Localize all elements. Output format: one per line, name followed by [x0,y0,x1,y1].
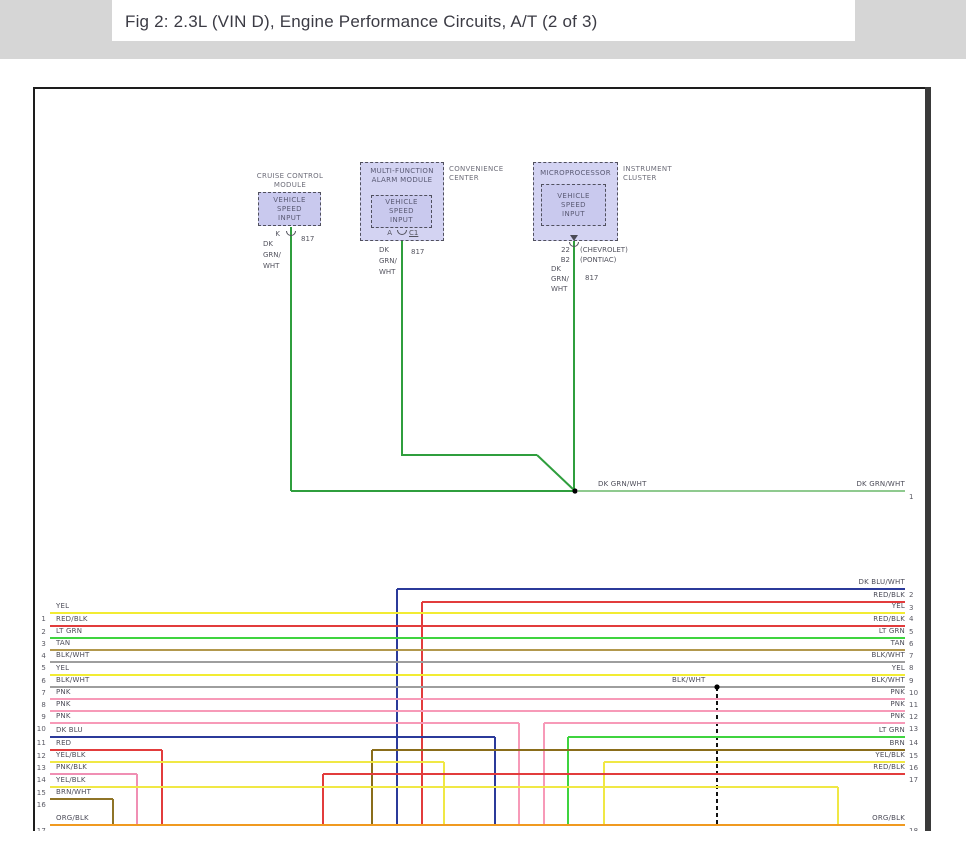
wire-number-left: 7 [30,689,46,697]
wire-label-left: RED [56,739,71,747]
wire-number-left: 3 [30,640,46,648]
wire-number-right: 15 [909,752,918,760]
wire-label-left: YEL/BLK [56,776,86,784]
wire-label-right: PNK [745,712,905,720]
wire-label-right: TAN [745,639,905,647]
wire-number-left: 2 [30,628,46,636]
wire-number-left: 14 [30,776,46,784]
wire-label-left: YEL/BLK [56,751,86,759]
wire-number-right: 6 [909,640,914,648]
wire-label-left: PNK [56,712,71,720]
wire-number-left: 8 [30,701,46,709]
cruise-pin-k: K [268,230,280,238]
wire-label-right: RED/BLK [745,591,905,599]
wire-label-right: BRN [745,739,905,747]
wire-label-right: YEL [745,664,905,672]
wire-label-right: LT GRN [745,726,905,734]
wire-number-right: 7 [909,652,914,660]
cluster-pin-b2-make: (PONTIAC) [580,256,616,264]
wire-label-left: DK BLU [56,726,83,734]
wire-label-left: TAN [56,639,70,647]
alarm-module-label: MULTI-FUNCTION ALARM MODULE [360,167,444,185]
wire-number-left: 1 [30,615,46,623]
wire-label-right: DK BLU/WHT [745,578,905,586]
alarm-circuit-number: 817 [411,248,424,256]
cluster-pin-b2: B2 [548,256,570,264]
wire-number-left: 10 [30,725,46,733]
wire-number-left: 17 [30,827,46,831]
wire-label-mid: DK GRN/WHT [598,480,647,488]
alarm-pin-c1: C1 [409,229,418,237]
wire-label-left: YEL [56,664,69,672]
cluster-circuit-number: 817 [585,274,598,282]
wire-number-right: 17 [909,776,918,784]
wire-label-mid: BLK/WHT [672,676,706,684]
wire-label-right: ORG/BLK [745,814,905,822]
wire-number-right: 1 [909,493,914,501]
cluster-vehicle-speed-input-box: VEHICLE SPEED INPUT [541,184,606,226]
wire-label-right: YEL/BLK [745,751,905,759]
arrow-down-icon [570,235,578,241]
wire-label-left: BLK/WHT [56,676,90,684]
wire-label-left: BRN/WHT [56,788,91,796]
wire-label-right: BLK/WHT [745,676,905,684]
wire-number-left: 4 [30,652,46,660]
wire-label-layer: DK GRN/WHT 1 DK GRN/WHT DK BLU/WHT 2 RED/BLK 3… [0,0,966,831]
wire-label-left: LT GRN [56,627,82,635]
wire-number-right: 2 [909,591,914,599]
instrument-cluster-label: INSTRUMENT CLUSTER [623,165,672,183]
wire-number-right: 4 [909,615,914,623]
wire-number-left: 12 [30,752,46,760]
wire-number-right: 18 [909,827,918,831]
wire-label-left: ORG/BLK [56,814,89,822]
wire-label-left: PNK [56,688,71,696]
wire-label-right: DK GRN/WHT [745,480,905,488]
alarm-wire-color: DK GRN/ WHT [379,245,397,278]
wire-number-right: 11 [909,701,918,709]
wire-label-left: YEL [56,602,69,610]
wire-number-right: 10 [909,689,918,697]
wire-number-left: 13 [30,764,46,772]
wire-number-left: 11 [30,739,46,747]
wire-label-right: RED/BLK [745,615,905,623]
wire-number-left: 6 [30,677,46,685]
wire-number-left: 9 [30,713,46,721]
wire-number-right: 8 [909,664,914,672]
wire-number-right: 5 [909,628,914,636]
wire-number-right: 9 [909,677,914,685]
alarm-vehicle-speed-input-box: VEHICLE SPEED INPUT [371,195,432,228]
cluster-wire-color: DK GRN/ WHT [551,264,569,294]
wire-label-left: BLK/WHT [56,651,90,659]
wire-number-left: 5 [30,664,46,672]
cluster-pin-22: 22 [548,246,570,254]
cruise-circuit-number: 817 [301,235,314,243]
wire-number-right: 3 [909,604,914,612]
cruise-module-label: CRUISE CONTROL MODULE [240,172,340,190]
wire-number-right: 16 [909,764,918,772]
alarm-pin-a: A [378,229,392,237]
wire-label-right: PNK [745,688,905,696]
wire-number-right: 12 [909,713,918,721]
cruise-vehicle-speed-input-box: VEHICLE SPEED INPUT [258,192,321,226]
wire-label-right: PNK [745,700,905,708]
microprocessor-label: MICROPROCESSOR [533,169,618,178]
wire-label-right: LT GRN [745,627,905,635]
wire-label-right: RED/BLK [745,763,905,771]
cruise-wire-color: DK GRN/ WHT [263,239,281,272]
wire-label-right: BLK/WHT [745,651,905,659]
wire-number-left: 16 [30,801,46,809]
wire-label-right: YEL [745,602,905,610]
wiring-diagram-page: Fig 2: 2.3L (VIN D), Engine Performance … [0,0,966,844]
cluster-pin-22-make: (CHEVROLET) [580,246,628,254]
convenience-center-label: CONVENIENCE CENTER [449,165,503,183]
wire-label-left: PNK/BLK [56,763,87,771]
wire-number-right: 13 [909,725,918,733]
diagram-area: DK GRN/WHT 1 DK GRN/WHT DK BLU/WHT 2 RED/BLK 3… [0,0,966,831]
wire-label-left: RED/BLK [56,615,88,623]
wire-number-left: 15 [30,789,46,797]
wire-number-right: 14 [909,739,918,747]
wire-label-left: PNK [56,700,71,708]
